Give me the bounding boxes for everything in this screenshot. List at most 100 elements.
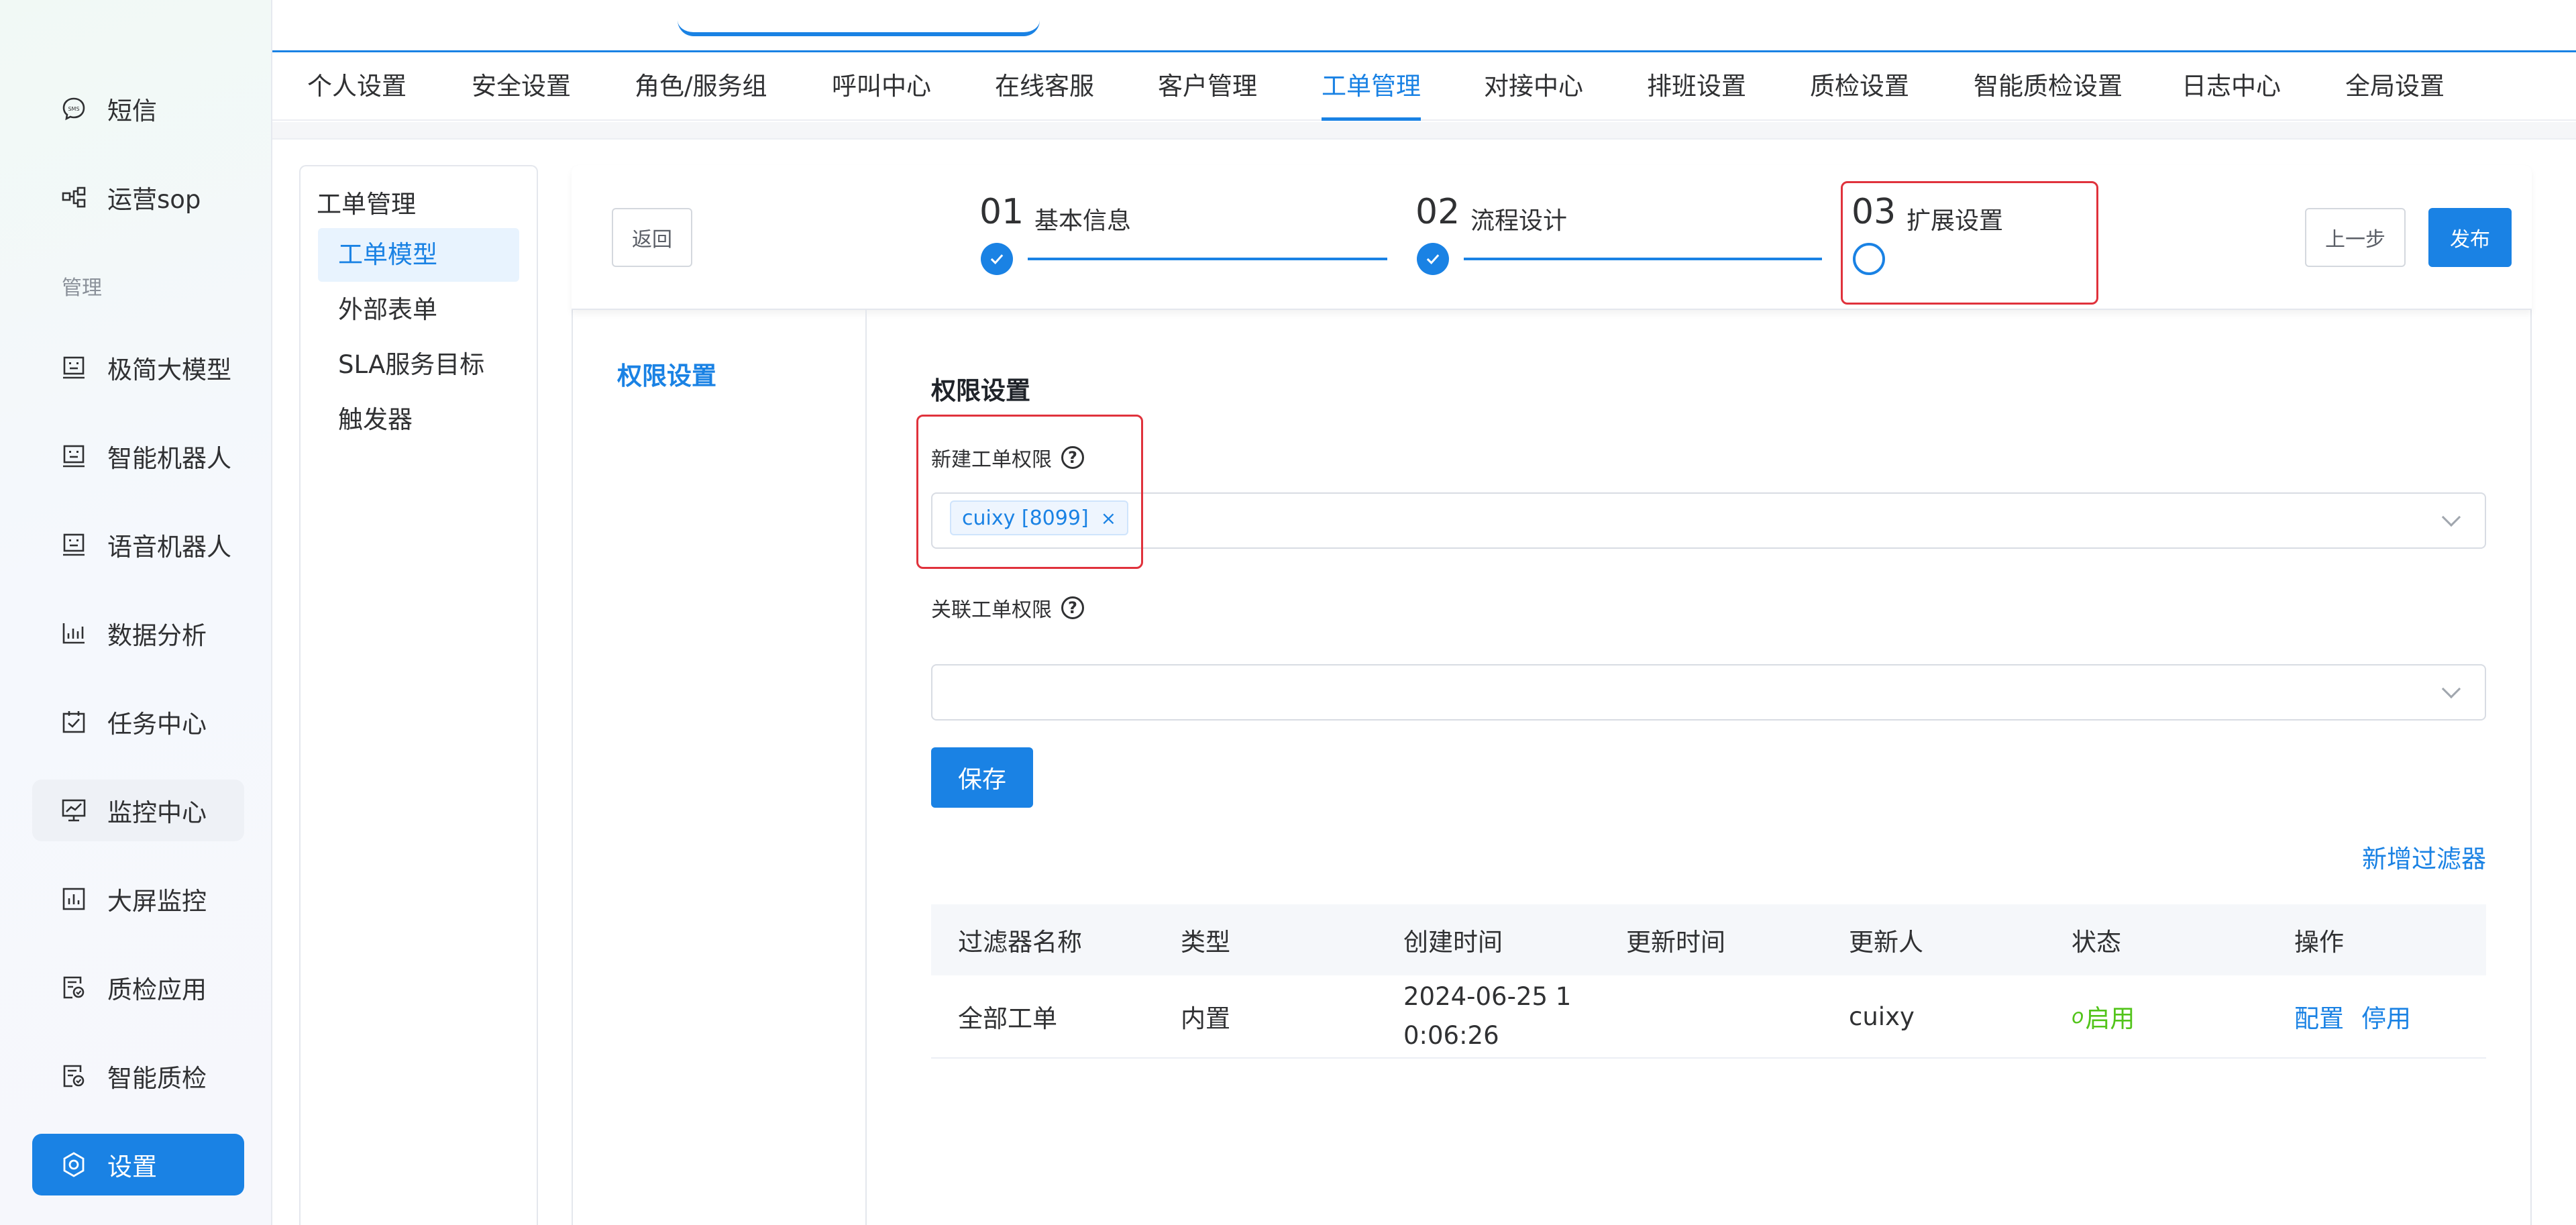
sidebar-item-label: 数据分析 <box>107 621 207 650</box>
sidebar-item-monitor[interactable]: 监控中心 <box>32 780 244 841</box>
sidebar-item-qc-app[interactable]: 质检应用 <box>32 957 244 1018</box>
check-icon <box>981 243 1013 275</box>
table-row: 全部工单 内置 2024-06-25 1 0:06:26 cuixy o 启用 … <box>931 975 2486 1059</box>
tab-integration[interactable]: 对接中心 <box>1484 52 1583 121</box>
sidebar-item-smart-robot[interactable]: 智能机器人 <box>32 425 244 487</box>
ticket-sub-menu: 工单管理 工单模型 外部表单 SLA服务目标 触发器 <box>299 165 538 1225</box>
actions-cell: 配置 停用 <box>2294 975 2411 1057</box>
robot-icon <box>59 530 89 560</box>
section-title: 权限设置 <box>931 376 1030 405</box>
column-header: 更新时间 <box>1626 928 1725 957</box>
column-header: 过滤器名称 <box>958 928 1082 957</box>
side-nav-permission[interactable]: 权限设置 <box>617 356 716 392</box>
sidebar-item-big-screen[interactable]: 大屏监控 <box>32 868 244 930</box>
tab-qc-settings[interactable]: 质检设置 <box>1810 52 1909 121</box>
flow-icon <box>59 182 89 212</box>
created-time-line1: 2024-06-25 1 <box>1403 982 1572 1011</box>
sms-icon: SMS <box>59 94 89 123</box>
status-enabled-icon: o <box>2072 1004 2084 1028</box>
tab-global[interactable]: 全局设置 <box>2345 52 2445 121</box>
prev-step-button[interactable]: 上一步 <box>2305 208 2406 267</box>
check-icon <box>1417 243 1449 275</box>
column-header: 状态 <box>2072 928 2121 957</box>
sub-menu-item-sla[interactable]: SLA服务目标 <box>318 338 519 392</box>
status-label: 启用 <box>2085 1004 2135 1033</box>
column-header: 类型 <box>1181 928 1230 957</box>
tab-ticket-management[interactable]: 工单管理 <box>1322 52 1421 121</box>
sidebar-item-label: 设置 <box>107 1153 157 1181</box>
sidebar-item-label: 大屏监控 <box>107 887 207 916</box>
sidebar-item-label: 运营sop <box>107 185 201 214</box>
filter-name-cell: 全部工单 <box>958 1004 1057 1033</box>
task-icon <box>59 707 89 737</box>
robot-icon <box>59 353 89 382</box>
sidebar-item-label: 任务中心 <box>107 710 207 739</box>
tab-online-service[interactable]: 在线客服 <box>995 52 1094 121</box>
step-2-label: 流程设计 <box>1470 207 1568 235</box>
steps-bar: 返回 01 基本信息 02 流程设计 03 扩展设置 上一步 发布 <box>572 165 2532 310</box>
sidebar-item-settings[interactable]: 设置 <box>32 1134 244 1195</box>
tab-smart-qc-settings[interactable]: 智能质检设置 <box>1974 52 2123 121</box>
sidebar-item-label: 智能质检 <box>107 1064 207 1093</box>
sub-menu-item-external-form[interactable]: 外部表单 <box>318 283 519 337</box>
bar-chart-icon <box>59 619 89 648</box>
tab-call-center[interactable]: 呼叫中心 <box>832 52 931 121</box>
filter-table: 过滤器名称 类型 创建时间 更新时间 更新人 状态 操作 全部工单 内置 202… <box>931 904 2486 1059</box>
sidebar-section-manage: 管理 <box>62 276 102 300</box>
step-2-number: 02 <box>1415 192 1460 232</box>
sub-menu-item-trigger[interactable]: 触发器 <box>318 393 519 447</box>
sidebar-item-voice-robot[interactable]: 语音机器人 <box>32 514 244 576</box>
tab-roles[interactable]: 角色/服务组 <box>635 52 767 121</box>
sidebar-item-smart-qc[interactable]: 智能质检 <box>32 1045 244 1107</box>
settings-icon <box>59 1150 89 1179</box>
field-label-text: 关联工单权限 <box>931 598 1052 622</box>
sidebar-item-data-analysis[interactable]: 数据分析 <box>32 602 244 664</box>
settings-tabs: 个人设置 安全设置 角色/服务组 呼叫中心 在线客服 客户管理 工单管理 对接中… <box>272 52 2576 121</box>
created-time-cell: 2024-06-25 1 0:06:26 <box>1403 975 1571 1057</box>
step-1-label: 基本信息 <box>1034 207 1132 235</box>
sidebar-item-label: 语音机器人 <box>107 533 231 562</box>
publish-button[interactable]: 发布 <box>2428 208 2512 267</box>
inspect-icon <box>59 973 89 1002</box>
tab-content-divider <box>272 122 2576 140</box>
tab-customer[interactable]: 客户管理 <box>1158 52 1257 121</box>
robot-icon <box>59 441 89 471</box>
back-button[interactable]: 返回 <box>612 208 692 267</box>
help-icon[interactable]: ? <box>1061 596 1084 619</box>
linked-ticket-permission-select[interactable] <box>931 664 2486 721</box>
add-filter-link[interactable]: 新增过滤器 <box>2362 839 2486 875</box>
disable-link[interactable]: 停用 <box>2361 998 2411 1034</box>
sub-menu-item-ticket-model[interactable]: 工单模型 <box>318 228 519 282</box>
sidebar-item-sop[interactable]: 运营sop <box>32 166 244 228</box>
created-time-line2: 0:06:26 <box>1403 1021 1499 1050</box>
chevron-down-icon <box>2441 507 2461 527</box>
sidebar-item-llm[interactable]: 极简大模型 <box>32 337 244 398</box>
left-sidebar: SMS 短信 运营sop 管理 极简大模型 智能机器人 语音机器人 数据分析 任… <box>0 0 272 1225</box>
save-button[interactable]: 保存 <box>931 747 1033 808</box>
step-1-number: 01 <box>979 192 1024 232</box>
sidebar-item-label: 短信 <box>107 97 157 125</box>
tab-personal[interactable]: 个人设置 <box>307 52 407 121</box>
filter-type-cell: 内置 <box>1181 1004 1230 1033</box>
column-header: 创建时间 <box>1403 928 1503 957</box>
status-cell: o 启用 <box>2072 975 2135 1057</box>
table-header-row: 过滤器名称 类型 创建时间 更新时间 更新人 状态 操作 <box>931 904 2486 975</box>
configure-link[interactable]: 配置 <box>2294 998 2344 1034</box>
dashboard-icon <box>59 884 89 914</box>
new-ticket-permission-select[interactable]: cuixy [8099] × <box>931 492 2486 549</box>
tab-logs[interactable]: 日志中心 <box>2182 52 2281 121</box>
monitor-icon <box>59 796 89 825</box>
settings-side-column <box>572 310 867 1225</box>
sidebar-item-task-center[interactable]: 任务中心 <box>32 691 244 753</box>
tab-scheduling[interactable]: 排班设置 <box>1647 52 1746 121</box>
new-permission-highlight-box <box>916 415 1143 569</box>
column-header: 更新人 <box>1849 928 1923 957</box>
sidebar-item-sms[interactable]: SMS 短信 <box>32 78 244 140</box>
tab-security[interactable]: 安全设置 <box>472 52 571 121</box>
chevron-down-icon <box>2441 679 2461 699</box>
linked-ticket-permission-label: 关联工单权限 ? <box>931 593 1084 623</box>
top-scroll-indicator <box>678 20 1040 36</box>
inspect-icon <box>59 1061 89 1091</box>
step-1-progress-line <box>1028 258 1387 260</box>
updater-cell: cuixy <box>1849 1002 1915 1031</box>
